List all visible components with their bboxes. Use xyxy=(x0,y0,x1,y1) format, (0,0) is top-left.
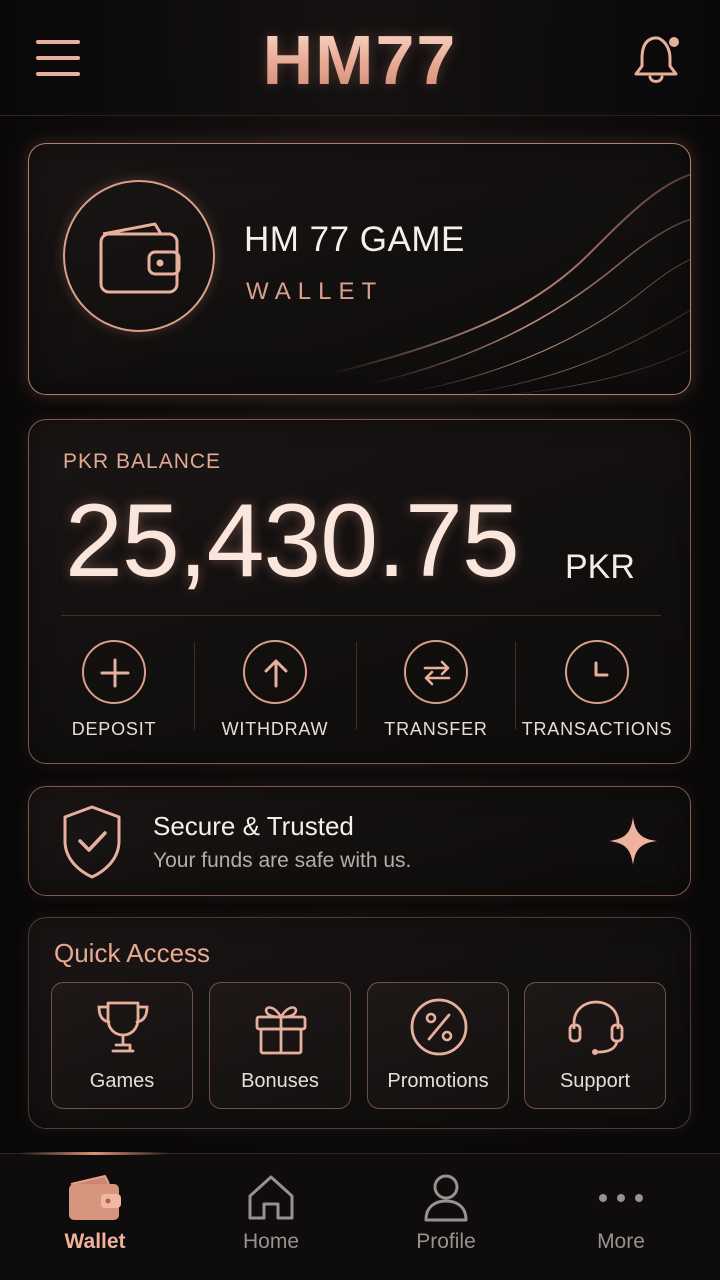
sparkle-icon xyxy=(609,817,657,865)
wallet-icon xyxy=(99,222,181,294)
bonuses-label: Bonuses xyxy=(241,1070,319,1092)
nav-profile[interactable]: Profile xyxy=(371,1154,521,1274)
divider xyxy=(61,615,661,616)
nav-home[interactable]: Home xyxy=(196,1154,346,1274)
games-label: Games xyxy=(89,1070,155,1092)
support-label: Support xyxy=(559,1070,631,1092)
app-screen: HM77 HM 77 GAME WALLET PKR BALANCE 25,43… xyxy=(0,0,720,1280)
secure-trusted-card: Secure & Trusted Your funds are safe wit… xyxy=(28,786,691,896)
shield-check-icon xyxy=(63,805,121,879)
balance-currency: PKR xyxy=(565,548,635,586)
nav-more[interactable]: More xyxy=(546,1154,696,1274)
quick-access-title: Quick Access xyxy=(54,938,211,968)
wallet-icon-ring xyxy=(63,180,215,332)
balance-label: PKR BALANCE xyxy=(63,450,222,473)
home-icon xyxy=(248,1175,294,1220)
divider xyxy=(515,642,516,730)
plus-icon xyxy=(82,640,146,704)
secure-title: Secure & Trusted xyxy=(153,811,354,841)
promotions-label: Promotions xyxy=(387,1070,489,1092)
withdraw-button[interactable]: WITHDRAW xyxy=(195,625,355,755)
deposit-button[interactable]: DEPOSIT xyxy=(34,625,194,755)
balance-card: PKR BALANCE 25,430.75 PKR DEPOSIT WITHDR… xyxy=(28,419,691,764)
nav-wallet[interactable]: Wallet xyxy=(20,1154,170,1274)
transfer-icon xyxy=(404,640,468,704)
transactions-button[interactable]: TRANSACTIONS xyxy=(517,625,677,755)
quick-access-card: Quick Access Games Bonuses Promotions Su… xyxy=(28,917,691,1129)
transactions-label: TRANSACTIONS xyxy=(521,719,673,739)
trophy-icon xyxy=(97,1001,149,1053)
gift-icon xyxy=(255,1006,307,1055)
nav-more-label: More xyxy=(597,1230,645,1253)
support-tile[interactable]: Support xyxy=(524,982,666,1109)
promotions-tile[interactable]: Promotions xyxy=(367,982,509,1109)
brand-logo: HM77 xyxy=(0,20,720,100)
percent-icon xyxy=(410,998,468,1056)
more-dots-icon xyxy=(599,1194,643,1202)
bell-icon[interactable] xyxy=(630,30,686,88)
arrow-up-icon xyxy=(243,640,307,704)
top-header: HM77 xyxy=(0,0,720,116)
headset-icon xyxy=(568,1000,624,1055)
wallet-subtitle: WALLET xyxy=(246,278,384,305)
wallet-header-card: HM 77 GAME WALLET xyxy=(28,143,691,395)
wallet-title: HM 77 GAME xyxy=(244,220,465,259)
transfer-label: TRANSFER xyxy=(384,719,488,739)
secure-subtitle: Your funds are safe with us. xyxy=(153,849,412,872)
games-tile[interactable]: Games xyxy=(51,982,193,1109)
user-icon xyxy=(424,1174,468,1222)
withdraw-label: WITHDRAW xyxy=(221,719,329,739)
nav-wallet-label: Wallet xyxy=(64,1230,126,1253)
deposit-label: DEPOSIT xyxy=(71,719,157,739)
nav-profile-label: Profile xyxy=(416,1230,476,1253)
wallet-icon xyxy=(69,1175,121,1220)
bonuses-tile[interactable]: Bonuses xyxy=(209,982,351,1109)
balance-amount: 25,430.75 xyxy=(65,483,520,599)
clock-icon xyxy=(565,640,629,704)
transfer-button[interactable]: TRANSFER xyxy=(356,625,516,755)
bottom-navigation: Wallet Home Profile More xyxy=(0,1152,720,1280)
nav-home-label: Home xyxy=(242,1230,300,1253)
